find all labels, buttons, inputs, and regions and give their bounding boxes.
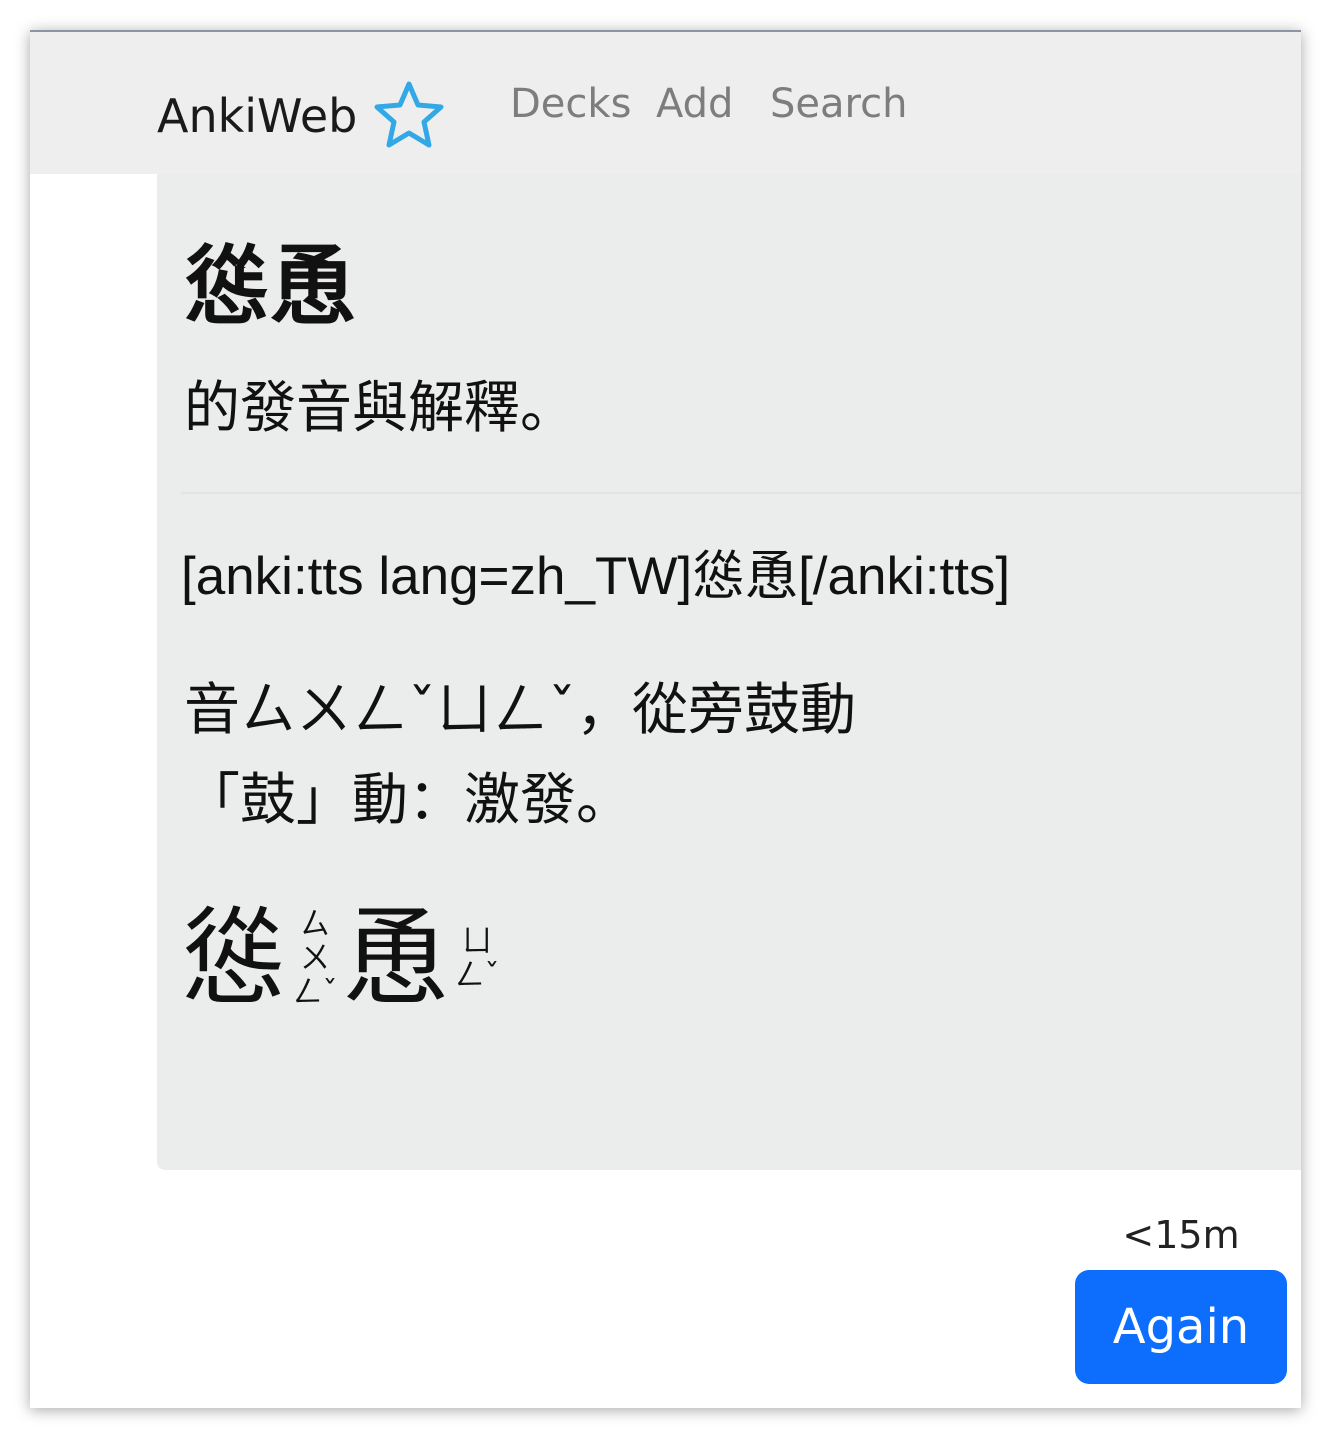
zhuyin-1: ㄙ ㄨ ㄥˇ — [287, 894, 343, 1024]
brand-link[interactable]: AnkiWeb — [157, 76, 449, 156]
zhuyin-1-symbol-1: ㄙ — [300, 907, 330, 942]
zhuyin-1-symbol-2: ㄨ — [300, 941, 330, 976]
zhuyin-2-symbol-2: ㄥˇ — [454, 958, 500, 993]
zhuyin-2-symbol-1: ㄩ — [462, 924, 492, 959]
brand-name: AnkiWeb — [157, 89, 358, 143]
card-explanation: 音ㄙㄨㄥˇㄩㄥˇ，從旁鼓動 「鼓」動：激發。 — [184, 666, 856, 846]
explanation-line-1: 音ㄙㄨㄥˇㄩㄥˇ，從旁鼓動 — [184, 678, 856, 743]
explanation-line-2: 「鼓」動：激發。 — [184, 768, 632, 833]
ruby-char-1: 慫 — [181, 897, 287, 1020]
flashcard: 慫恿 的發音與解釋。 [anki:tts lang=zh_TW]慫恿[/anki… — [157, 174, 1301, 1170]
tts-tag-text: [anki:tts lang=zh_TW]慫恿[/anki:tts] — [181, 547, 1011, 606]
zhuyin-annotated-word: 慫 ㄙ ㄨ ㄥˇ 恿 ㄩ ㄥˇ — [181, 894, 505, 1024]
card-subtitle: 的發音與解釋。 — [184, 376, 576, 441]
card-divider — [181, 492, 1301, 494]
card-word: 慫恿 — [184, 237, 356, 337]
ruby-char-2: 恿 — [343, 897, 449, 1020]
again-interval: <15m — [1122, 1213, 1240, 1257]
nav-decks-link[interactable]: Decks — [510, 80, 631, 128]
star-logo-icon — [374, 81, 444, 148]
zhuyin-2: ㄩ ㄥˇ — [449, 894, 505, 1024]
nav-add-link[interactable]: Add — [656, 80, 733, 128]
navbar: AnkiWeb Decks Add Search — [30, 32, 1301, 174]
again-button[interactable]: Again — [1075, 1270, 1287, 1384]
browser-window: AnkiWeb Decks Add Search 慫恿 的發音與解釋。 [ank… — [30, 30, 1301, 1408]
zhuyin-1-symbol-3: ㄥˇ — [292, 975, 338, 1010]
nav-search-link[interactable]: Search — [770, 80, 907, 128]
answer-buttons: <15m Again — [1061, 1212, 1301, 1384]
